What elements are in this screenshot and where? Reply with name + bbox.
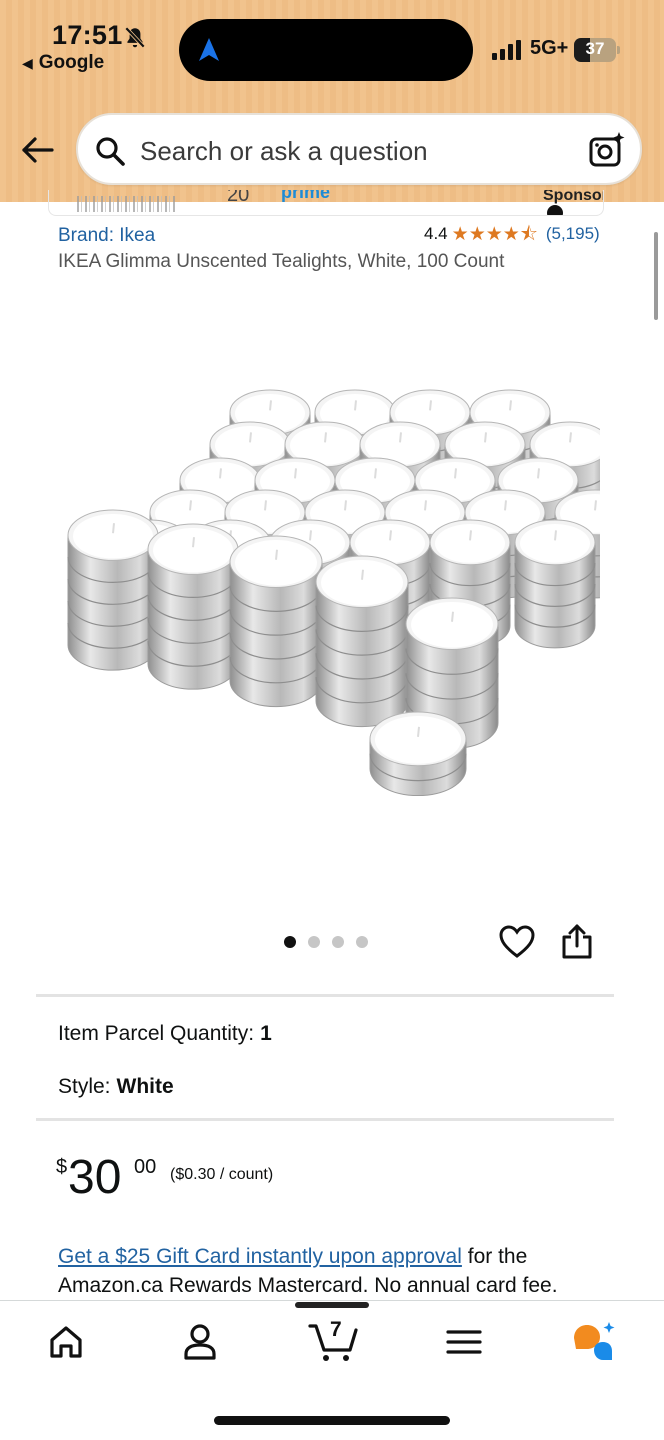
share-icon[interactable] [560, 923, 594, 959]
carousel-dot[interactable] [332, 936, 344, 948]
scroll-indicator [654, 232, 658, 320]
status-bar: 17:51 ◀ Google 5G+ 37 [0, 0, 664, 90]
rufus-assistant-icon[interactable] [572, 1320, 618, 1364]
star-rating-icon: ★ ★ ★ ★ ⯪ [451, 223, 538, 245]
battery-icon: 37 [574, 38, 620, 62]
bell-off-icon [124, 26, 146, 48]
brand-link[interactable]: Brand: Ikea [58, 225, 155, 247]
account-icon[interactable] [178, 1320, 222, 1364]
carousel-dot[interactable] [308, 936, 320, 948]
dynamic-island [179, 19, 473, 81]
network-type: 5G+ [530, 37, 569, 59]
style-value: White [116, 1075, 174, 1098]
price-fraction: 00 [134, 1156, 157, 1178]
carousel-dot[interactable] [284, 936, 296, 948]
navigation-arrow-icon [199, 38, 219, 61]
signal-icon [492, 40, 521, 60]
back-app-label: Google [38, 52, 105, 73]
cart-count-badge: 7 [330, 1318, 342, 1341]
status-time: 17:51 [52, 20, 123, 50]
gift-card-offer-link[interactable]: Get a $25 Gift Card instantly upon appro… [58, 1245, 462, 1268]
price-whole: 30 [68, 1151, 122, 1204]
section-divider [36, 1118, 614, 1121]
product-image[interactable] [60, 360, 600, 810]
prime-badge: prime [281, 190, 331, 202]
credit-card-promo: Get a $25 Gift Card instantly upon appro… [58, 1242, 618, 1300]
sponsored-ad-strip[interactable]: 20 prime Sponsored [48, 190, 604, 216]
search-icon [96, 137, 125, 166]
carousel-dot[interactable] [356, 936, 368, 948]
review-count-link[interactable]: (5,195) [546, 224, 600, 244]
image-carousel-dots[interactable] [284, 936, 368, 948]
home-indicator [214, 1416, 450, 1425]
sponsored-label: Sponsored [543, 190, 603, 215]
section-divider [36, 994, 614, 997]
rating-value: 4.4 [424, 224, 448, 243]
battery-percent: 37 [585, 39, 605, 58]
home-icon[interactable] [44, 1320, 88, 1364]
unit-price: ($0.30 / count) [170, 1166, 274, 1183]
app-header: 17:51 ◀ Google 5G+ 37 [0, 0, 664, 202]
quantity-label: Item Parcel Quantity: [58, 1022, 255, 1045]
info-icon[interactable] [547, 205, 563, 215]
item-quantity-row: Item Parcel Quantity: 1 [58, 1022, 272, 1046]
product-rating[interactable]: 4.4 ★ ★ ★ ★ ⯪ (5,195) [424, 224, 600, 244]
back-to-app-link[interactable]: ◀ Google [22, 52, 104, 74]
search-input[interactable] [140, 137, 560, 165]
menu-icon[interactable] [442, 1320, 486, 1364]
style-row[interactable]: Style: White [58, 1075, 174, 1099]
back-arrow-icon[interactable] [18, 130, 58, 170]
search-bar[interactable] [76, 113, 642, 185]
price-symbol: $ [56, 1156, 68, 1178]
heart-icon[interactable] [499, 925, 535, 959]
sheet-handle[interactable] [295, 1302, 369, 1308]
ad-partial-text: 20 [227, 190, 250, 206]
style-label: Style: [58, 1075, 111, 1098]
quantity-value: 1 [260, 1022, 272, 1045]
camera-lens-icon[interactable] [588, 131, 626, 169]
ad-thumbnail [77, 196, 177, 212]
product-title: IKEA Glimma Unscented Tealights, White, … [58, 251, 505, 272]
